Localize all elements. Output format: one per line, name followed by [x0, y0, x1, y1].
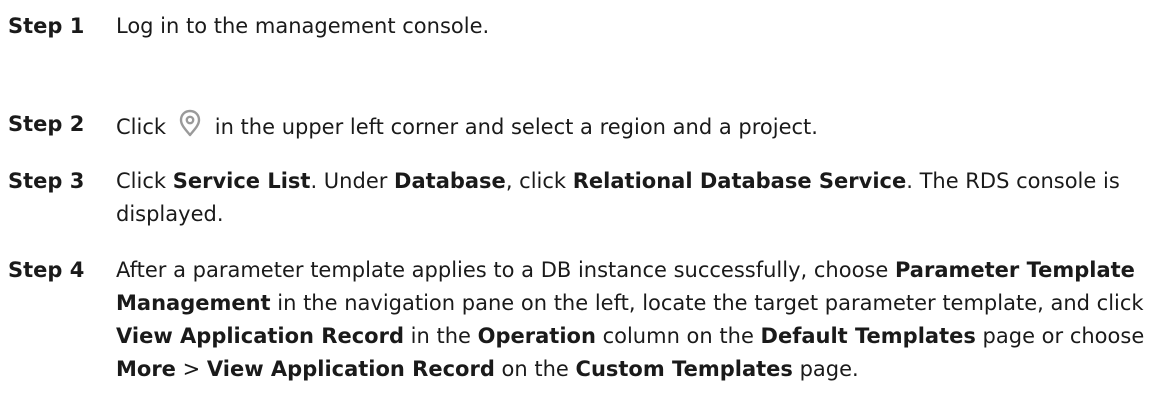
text-part: After a parameter template applies to a …	[116, 258, 895, 282]
ui-term: Default Templates	[760, 324, 976, 348]
text-part: in the	[403, 324, 478, 348]
ui-term: Operation	[477, 324, 596, 348]
text-part: . Under	[310, 169, 395, 193]
step-2: Step 2 Click in the upper left corner an…	[8, 108, 1156, 144]
ui-term: View Application Record	[206, 357, 495, 381]
document: Step 1 Log in to the management console.…	[0, 0, 1164, 407]
text-part: on the	[494, 357, 576, 381]
step-3: Step 3 Click Service List. Under Databas…	[8, 165, 1156, 231]
text-part: page or choose	[975, 324, 1145, 348]
ui-term: Service List	[172, 169, 311, 193]
ui-term: Custom Templates	[575, 357, 793, 381]
step-label: Step 2	[8, 112, 85, 136]
step-label: Step 4	[8, 258, 85, 282]
text-part: page.	[792, 357, 859, 381]
text-part: in the navigation pane on the left, loca…	[270, 291, 1144, 315]
step-text: Click Service List. Under Database, clic…	[116, 165, 1156, 231]
step-text: Log in to the management console.	[116, 14, 490, 38]
step-label: Step 1	[8, 14, 85, 38]
ui-term: Relational Database Service	[572, 169, 907, 193]
ui-term: View Application Record	[116, 324, 404, 348]
step-text-part: in the upper left corner and select a re…	[214, 115, 818, 139]
step-text-part: Click	[116, 115, 167, 139]
step-4: Step 4 After a parameter template applie…	[8, 254, 1156, 386]
text-part: >	[175, 357, 207, 381]
location-pin-icon	[176, 108, 204, 140]
text-part: , click	[505, 169, 573, 193]
step-text: After a parameter template applies to a …	[116, 254, 1156, 386]
step-label: Step 3	[8, 169, 85, 193]
text-part: column on the	[595, 324, 761, 348]
ui-term: More	[116, 357, 176, 381]
ui-term: Database	[394, 169, 506, 193]
step-text: Click in the upper left corner and selec…	[116, 108, 1156, 144]
step-1: Step 1 Log in to the management console.	[8, 10, 1156, 43]
text-part: Click	[116, 169, 173, 193]
